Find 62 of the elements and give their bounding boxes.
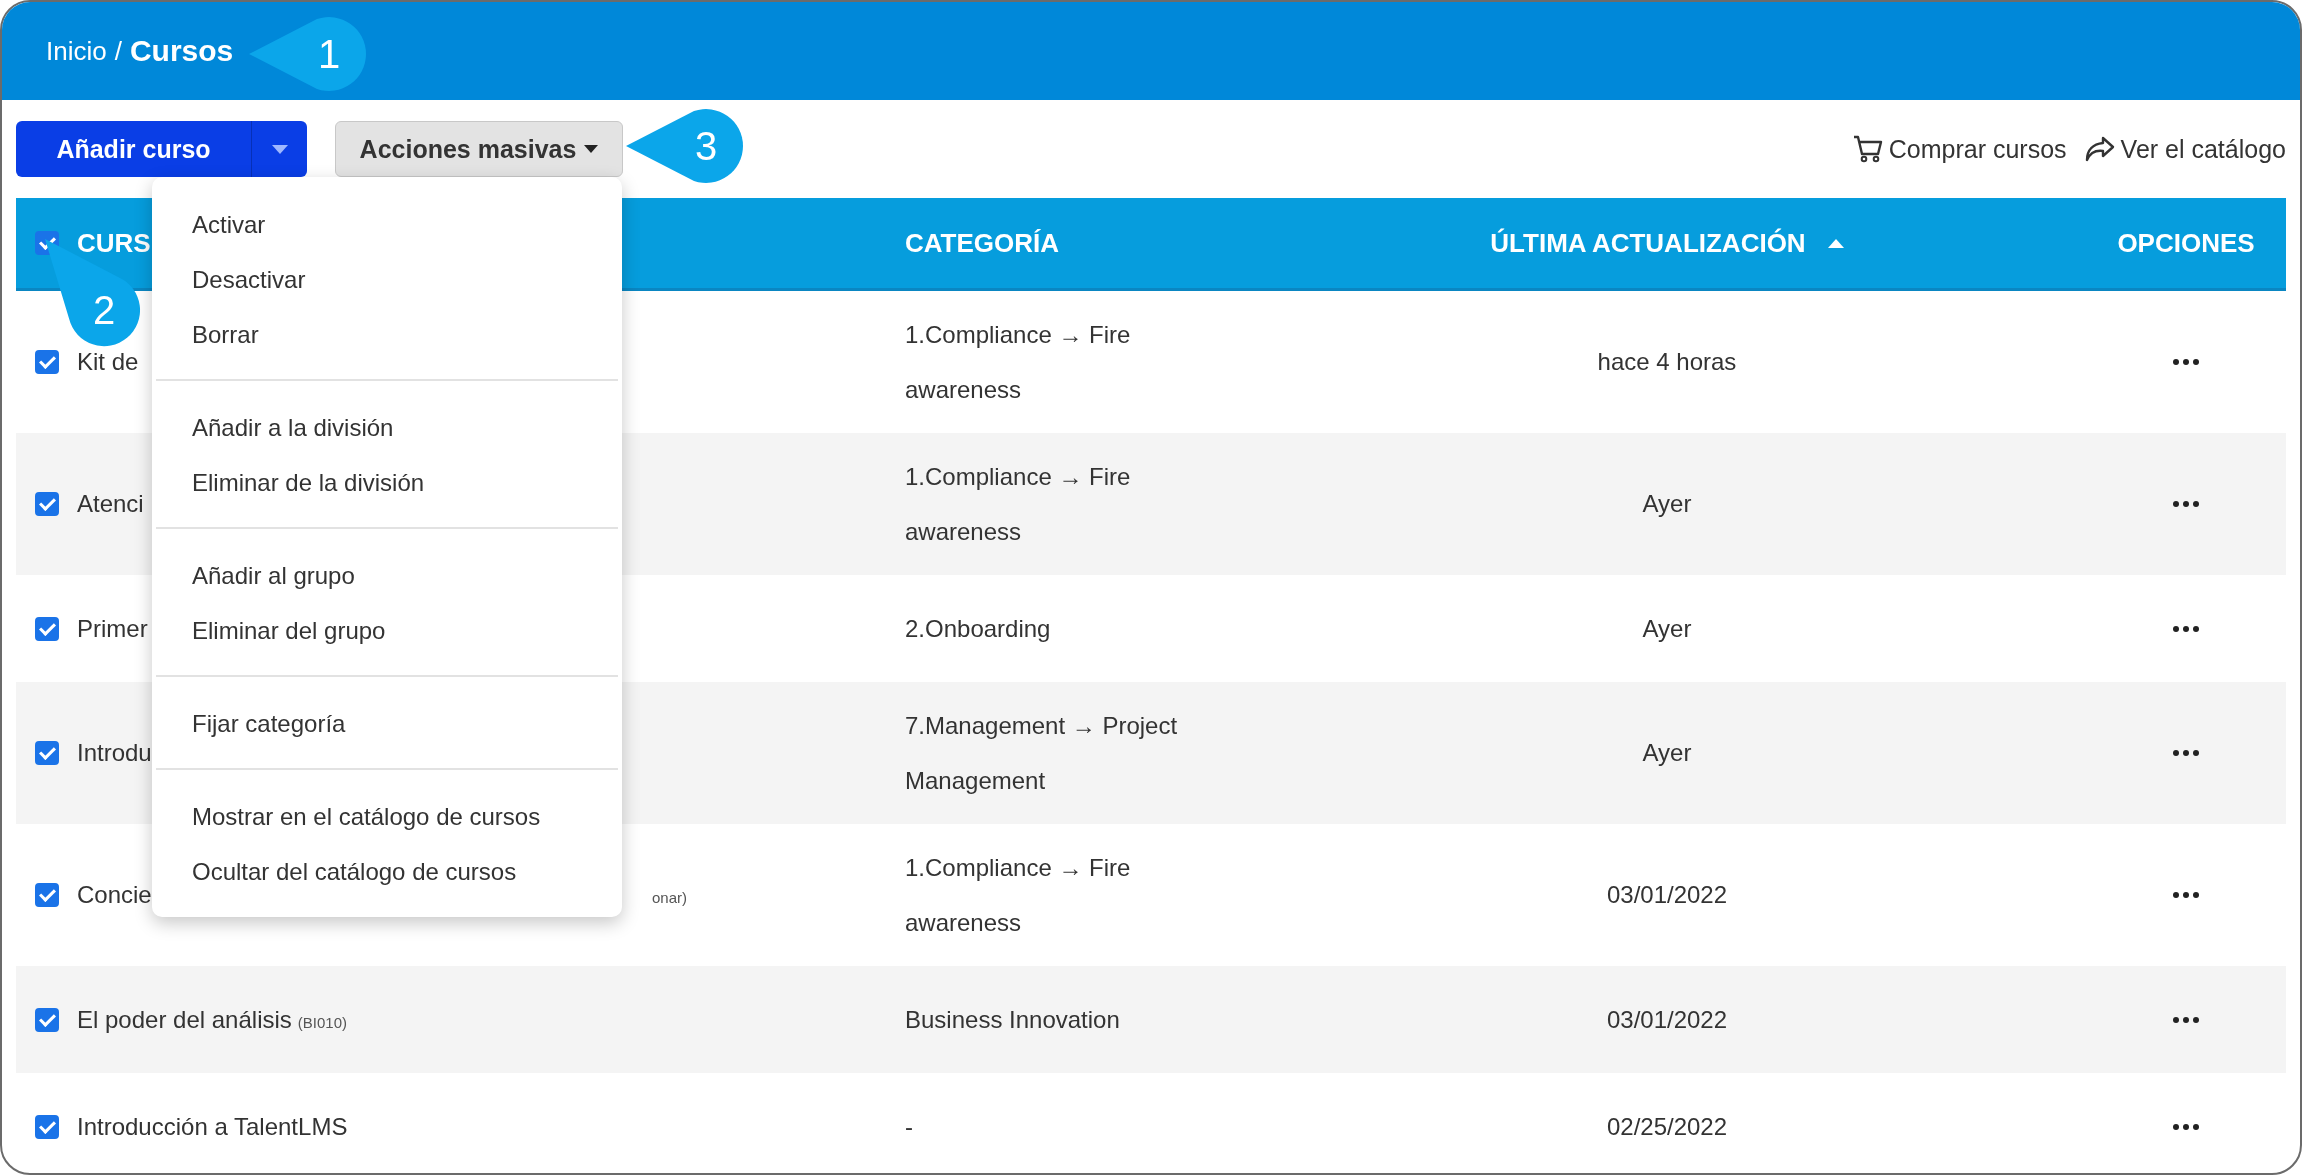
buy-courses-link[interactable]: Comprar cursos [1852, 134, 2067, 164]
updated-cell: Ayer [1642, 739, 1692, 767]
menu-item[interactable]: Fijar categoría [152, 696, 622, 751]
menu-item[interactable]: Borrar [152, 307, 622, 362]
row-checkbox[interactable] [34, 616, 59, 641]
sort-icon[interactable] [1827, 238, 1844, 248]
course-name[interactable]: Primer [77, 614, 148, 643]
course-name[interactable]: Introdu [77, 739, 152, 767]
updated-cell: 02/25/2022 [1606, 1112, 1728, 1141]
more-icon[interactable] [2173, 359, 2199, 365]
category-cell-text: 1.Compliance → Fire awareness [905, 320, 1132, 405]
updated-cell: hace 4 horas [1597, 348, 1737, 376]
row-checkbox[interactable] [34, 741, 59, 765]
menu-item[interactable]: Eliminar del grupo [152, 603, 622, 658]
more-icon[interactable] [2173, 750, 2199, 756]
callout-badge: 3 [624, 108, 744, 184]
dropdown-toggle-button[interactable] [252, 121, 307, 177]
breadcrumb-link[interactable]: Inicio [46, 35, 107, 67]
updated-cell: 03/01/2022 [1606, 881, 1728, 909]
row-checkbox[interactable] [34, 350, 59, 374]
caret-icon [584, 145, 599, 153]
menu-item[interactable]: Mostrar en el catálogo de cursos [152, 789, 622, 844]
menu-item[interactable]: Activar [152, 197, 622, 252]
category-cell-text: 1.Compliance → Fire awareness [905, 853, 1132, 938]
cart-icon [1852, 135, 1883, 163]
more-icon[interactable] [2173, 892, 2199, 898]
more-icon[interactable] [2173, 501, 2199, 507]
catalog-link[interactable]: Ver el catálogo [2084, 134, 2286, 164]
bulk-actions-button[interactable]: Acciones masivas [335, 121, 623, 177]
course-code: (BI010) [297, 1013, 347, 1031]
more-icon[interactable] [2173, 1123, 2199, 1130]
course-name[interactable]: El poder del análisis [77, 1005, 292, 1034]
callout-badge: 1 [247, 16, 367, 92]
course-name[interactable]: Introducción a TalentLMS [77, 1112, 348, 1141]
row-checkbox[interactable] [34, 1114, 59, 1139]
course-name[interactable]: Concie [77, 881, 152, 909]
row-checkbox[interactable] [34, 492, 59, 516]
menu-item[interactable]: Ocultar del catálogo de cursos [152, 844, 622, 899]
course-name[interactable]: Kit de [77, 348, 139, 376]
add-course-button[interactable]: Añadir curso [16, 121, 252, 177]
category-cell-text: Business Innovation [905, 1005, 1121, 1035]
row-checkbox[interactable] [34, 1007, 59, 1032]
page-title: Cursos [129, 34, 234, 68]
share-icon [2084, 136, 2115, 162]
menu-item[interactable]: Desactivar [152, 252, 622, 307]
caret-icon [271, 144, 288, 154]
category-cell-text: 7.Management → Project Management [905, 711, 1179, 796]
menu-item[interactable]: Eliminar de la división [152, 455, 622, 510]
row-checkbox[interactable] [34, 883, 59, 907]
category-cell-text: - [905, 1112, 914, 1142]
updated-cell: Ayer [1642, 614, 1692, 643]
updated-cell: 03/01/2022 [1606, 1005, 1728, 1034]
category-cell-text: 1.Compliance → Fire awareness [905, 462, 1132, 547]
course-code: onar) [651, 889, 687, 906]
updated-cell: Ayer [1642, 490, 1692, 518]
more-icon[interactable] [2173, 625, 2199, 632]
course-name[interactable]: Atenci [77, 490, 144, 518]
more-icon[interactable] [2173, 1016, 2199, 1023]
menu-item[interactable]: Añadir a la división [152, 400, 622, 455]
breadcrumb-separator: / [114, 35, 122, 67]
category-cell-text: 2.Onboarding [905, 614, 1052, 644]
menu-item[interactable]: Añadir al grupo [152, 548, 622, 603]
